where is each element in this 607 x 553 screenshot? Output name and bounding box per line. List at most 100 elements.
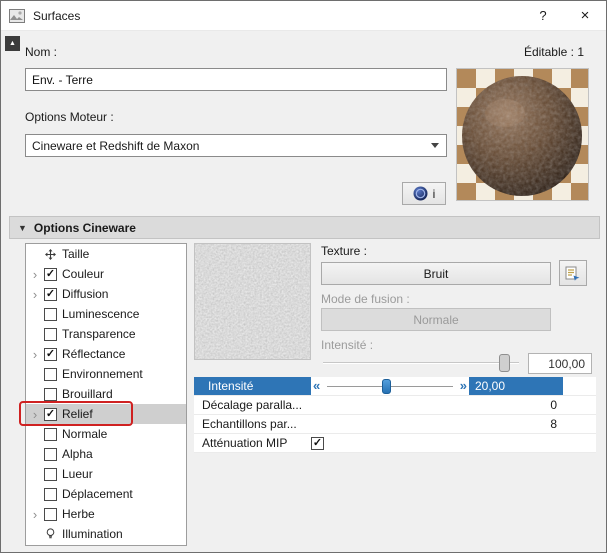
blend-mode-label: Mode de fusion : <box>321 292 410 306</box>
expander-icon[interactable]: › <box>31 348 39 361</box>
tree-item-taille[interactable]: › Taille <box>26 244 186 264</box>
chevron-down-icon <box>431 143 439 148</box>
expander-icon[interactable]: › <box>31 268 39 281</box>
texture-intensity-value[interactable] <box>528 353 592 374</box>
tree-item-label: Taille <box>62 247 90 261</box>
bulb-icon <box>44 528 57 541</box>
help-button[interactable]: ? <box>522 1 564 31</box>
tree-item-label: Déplacement <box>62 487 133 501</box>
window-title: Surfaces <box>33 8 81 23</box>
scrub-left-icon[interactable]: « <box>313 378 320 393</box>
slider-handle[interactable] <box>382 379 392 394</box>
collapse-panel-button[interactable]: ▲ <box>5 36 20 51</box>
scrub-right-icon[interactable]: » <box>460 378 467 393</box>
engine-select[interactable]: Cineware et Redshift de Maxon <box>25 134 447 157</box>
expander-icon[interactable]: › <box>31 508 39 521</box>
tree-item-brouillard[interactable]: › Brouillard <box>26 384 186 404</box>
property-label: Décalage paralla... <box>202 398 303 412</box>
section-header-options-cineware[interactable]: ▼ Options Cineware <box>9 216 600 239</box>
property-row-echantillons[interactable]: Echantillons par... 8 <box>194 415 596 434</box>
checkbox[interactable] <box>44 467 57 481</box>
surface-preview-sphere <box>457 69 588 200</box>
texture-intensity-slider <box>321 352 521 374</box>
name-label: Nom : <box>25 45 58 59</box>
tree-item-luminescence[interactable]: › Luminescence <box>26 304 186 324</box>
tree-item-couleur[interactable]: › Couleur <box>26 264 186 284</box>
checkbox[interactable] <box>44 487 57 501</box>
tree-item-label: Luminescence <box>62 307 140 321</box>
editable-count-label: Éditable : 1 <box>523 45 584 59</box>
property-label: Intensité <box>194 377 311 395</box>
checkbox[interactable] <box>44 347 57 361</box>
property-value[interactable]: 8 <box>469 415 563 433</box>
checkbox[interactable] <box>44 387 57 401</box>
surfaces-dialog-icon <box>9 8 25 23</box>
tree-item-reflectance[interactable]: › Réflectance <box>26 344 186 364</box>
noise-texture-preview <box>194 243 311 360</box>
checkbox[interactable] <box>44 447 57 461</box>
surfaces-dialog: Surfaces ? × ▲ Nom : Éditable : 1 Env. -… <box>0 0 607 553</box>
slider-track <box>323 362 519 364</box>
slider-handle <box>499 354 510 372</box>
tree-item-illumination[interactable]: › Illumination <box>26 524 186 544</box>
texture-type-button[interactable]: Bruit <box>321 262 551 285</box>
property-row-attenuation-mip[interactable]: Atténuation MIP <box>194 434 596 453</box>
tree-item-label: Alpha <box>62 447 93 461</box>
tree-item-label: Diffusion <box>62 287 109 301</box>
texture-settings-icon <box>565 265 581 281</box>
property-label: Echantillons par... <box>202 417 297 431</box>
checkbox[interactable] <box>44 407 57 421</box>
tree-item-environnement[interactable]: › Environnement <box>26 364 186 384</box>
checkbox[interactable] <box>44 307 57 321</box>
tree-item-diffusion[interactable]: › Diffusion <box>26 284 186 304</box>
expander-icon[interactable]: › <box>31 288 39 301</box>
texture-settings-button[interactable] <box>559 260 587 286</box>
tree-item-label: Environnement <box>62 367 143 381</box>
properties-table: Intensité « » Décalage paralla... 0 Echa… <box>194 377 596 453</box>
property-value[interactable]: 0 <box>469 396 563 414</box>
tree-item-herbe[interactable]: › Herbe <box>26 504 186 524</box>
tree-item-label: Lueur <box>62 467 93 481</box>
property-label: Atténuation MIP <box>202 436 288 450</box>
checkbox[interactable] <box>44 367 57 381</box>
cineware-info-button[interactable]: i <box>402 182 446 205</box>
tree-item-alpha[interactable]: › Alpha <box>26 444 186 464</box>
tree-item-label: Herbe <box>62 507 95 521</box>
collapse-triangle-icon: ▼ <box>18 222 27 233</box>
expander-icon[interactable]: › <box>31 408 39 421</box>
surface-render-preview <box>456 68 589 201</box>
tree-item-normale[interactable]: › Normale <box>26 424 186 444</box>
section-title: Options Cineware <box>33 220 136 235</box>
titlebar: Surfaces ? × <box>1 1 606 31</box>
surface-channel-tree: › Taille › Couleur › Diffusion › Lumines… <box>25 243 187 546</box>
intensity-value-input[interactable] <box>475 379 557 393</box>
info-icon: i <box>432 186 436 201</box>
texture-label: Texture : <box>321 244 368 258</box>
engine-label: Options Moteur : <box>25 110 114 124</box>
checkbox[interactable] <box>44 427 57 441</box>
tree-item-lueur[interactable]: › Lueur <box>26 464 186 484</box>
close-button[interactable]: × <box>564 1 606 31</box>
attenuation-mip-checkbox[interactable] <box>311 436 324 450</box>
checkbox[interactable] <box>44 327 57 341</box>
checkbox[interactable] <box>44 287 57 301</box>
tree-item-label: Normale <box>62 427 108 441</box>
engine-select-value: Cineware et Redshift de Maxon <box>32 138 200 153</box>
intensity-slider[interactable]: « » <box>311 377 469 395</box>
tree-item-transparence[interactable]: › Transparence <box>26 324 186 344</box>
size-icon <box>44 248 57 261</box>
property-row-decalage[interactable]: Décalage paralla... 0 <box>194 396 596 415</box>
checkbox[interactable] <box>44 507 57 521</box>
name-input[interactable] <box>25 68 447 91</box>
tree-item-label: Réflectance <box>62 347 126 361</box>
checkbox[interactable] <box>44 267 57 281</box>
tree-item-label: Relief <box>62 407 93 421</box>
tree-item-relief[interactable]: › Relief <box>26 404 186 424</box>
blend-mode-select: Normale <box>321 308 551 331</box>
tree-item-label: Transparence <box>62 327 136 341</box>
tree-item-deplacement[interactable]: › Déplacement <box>26 484 186 504</box>
texture-intensity-label: Intensité : <box>321 338 374 352</box>
tree-item-label: Illumination <box>62 527 123 541</box>
property-row-intensite[interactable]: Intensité « » <box>194 377 596 396</box>
cineware-icon <box>413 186 428 201</box>
